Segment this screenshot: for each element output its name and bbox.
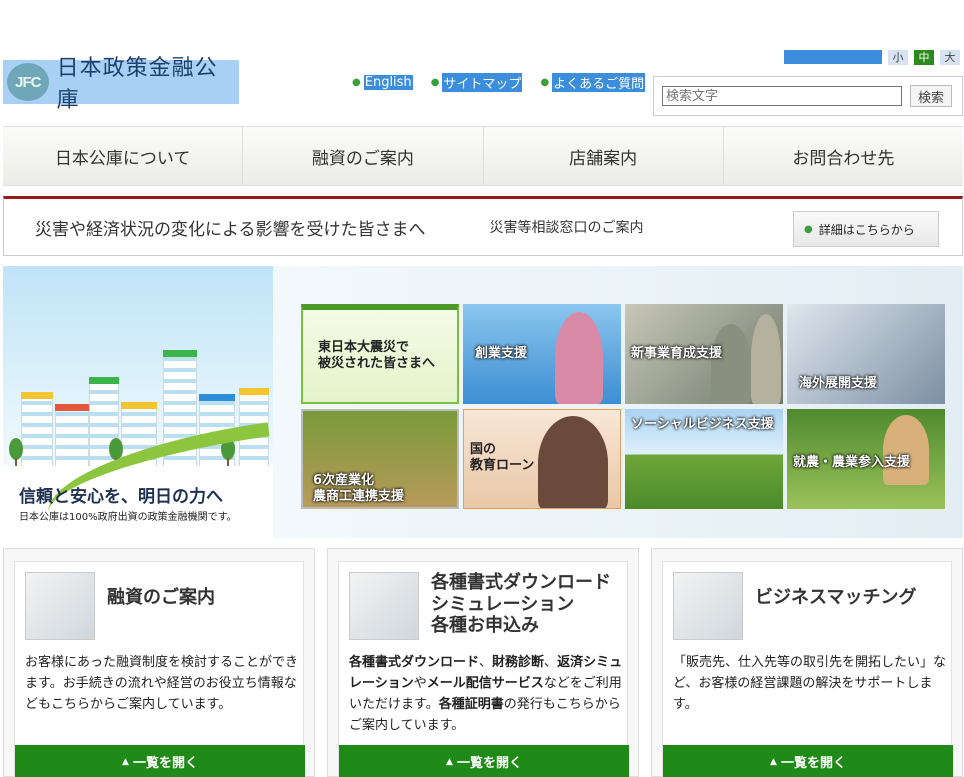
tile-label: 東日本大震災で 被災された皆さまへ: [318, 340, 436, 372]
disaster-notice: 災害や経済状況の変化による影響を受けた皆さまへ 災害等相談窓口のご案内 ● 詳細…: [3, 196, 963, 256]
nav-about[interactable]: 日本公庫について: [3, 127, 244, 185]
font-size-large-button[interactable]: 大: [940, 50, 960, 65]
chevron-up-icon: ▲: [122, 756, 129, 767]
building-illustration: [55, 404, 89, 468]
hero-title: 信頼と安心を、明日の力へ: [19, 487, 223, 507]
card-title: 融資のご案内: [107, 587, 215, 608]
card-downloads: 各種書式ダウンロード シミュレーション 各種お申込み 各種書式ダウンロード、財務…: [327, 548, 639, 777]
tile-label: 創業支援: [475, 346, 528, 361]
bullet-icon: ●: [352, 77, 361, 88]
search-input[interactable]: [662, 86, 902, 106]
tile-label: 海外展開支援: [799, 376, 878, 391]
open-list-button[interactable]: ▲ 一覧を開く: [663, 745, 953, 777]
open-list-button[interactable]: ▲ 一覧を開く: [339, 745, 629, 777]
chevron-up-icon: ▲: [446, 756, 453, 767]
tile-new-business-support[interactable]: 新事業育成支援: [625, 304, 783, 404]
person-photo: [883, 415, 929, 485]
open-list-button[interactable]: ▲ 一覧を開く: [15, 745, 305, 777]
bullet-icon: ●: [540, 77, 550, 88]
sitemap-link[interactable]: ● サイトマップ: [431, 73, 523, 92]
keyboard-photo: [25, 572, 95, 640]
building-illustration: [21, 392, 53, 468]
card-business-matching: ビジネスマッチング 「販売先、仕入先等の取引先を開拓したい」など、お客様の経営課…: [651, 548, 963, 777]
card-body: 各種書式ダウンロード、財務診断、返済シミュレーションやメール配信サービスなどをご…: [349, 655, 623, 733]
logo-text: 日本政策金融公庫: [56, 56, 218, 113]
tile-education-loan[interactable]: 国の 教育ローン: [463, 409, 621, 509]
tile-label: 新事業育成支援: [631, 346, 723, 361]
notice-subtitle: 災害等相談窓口のご案内: [489, 220, 644, 236]
person-photo: [751, 314, 781, 404]
person-photo: [555, 312, 603, 404]
global-nav: 日本公庫について 融資のご案内 店舗案内 お問合わせ先: [3, 126, 963, 186]
service-cards: 融資のご案内 お客様にあった融資制度を検討することができます。お手続きの流れや経…: [3, 548, 963, 777]
font-size-small-button[interactable]: 小: [888, 50, 908, 65]
bullet-icon: ●: [804, 223, 813, 235]
card-title: 各種書式ダウンロード シミュレーション 各種お申込み: [431, 572, 611, 637]
tile-social-business-support[interactable]: ソーシャルビジネス支援: [625, 409, 783, 509]
notice-title: 災害や経済状況の変化による影響を受けた皆さまへ: [35, 219, 426, 240]
download-photo: [349, 572, 419, 640]
font-size-medium-button[interactable]: 中: [914, 50, 934, 65]
jfc-logo-mark: JFC: [7, 63, 49, 101]
nav-contact[interactable]: お問合わせ先: [723, 127, 963, 185]
english-link[interactable]: ● English: [352, 73, 413, 92]
tile-sixth-industry-support[interactable]: 6次産業化 農商工連携支援: [301, 409, 459, 509]
notice-details-button[interactable]: ● 詳細はこちらから: [793, 211, 939, 247]
search-button[interactable]: 検索: [910, 85, 952, 107]
font-size-label: 文字サイズ変更: [784, 50, 882, 64]
search-box: 検索: [653, 76, 963, 116]
hero-banner: 信頼と安心を、明日の力へ 日本公庫は100%政府出資の政策金融機関です。 東日本…: [3, 266, 963, 538]
card-body: 「販売先、仕入先等の取引先を開拓したい」など、お客様の経営課題の解決をサポートし…: [673, 655, 947, 712]
tile-overseas-support[interactable]: 海外展開支援: [787, 304, 945, 404]
font-size-switcher: 文字サイズ変更 小 中 大: [784, 50, 960, 65]
card-title: ビジネスマッチング: [755, 587, 917, 608]
person-photo: [538, 416, 608, 508]
handshake-photo: [673, 572, 743, 640]
tile-label: 就農・農業参入支援: [793, 455, 911, 470]
card-loan-guide: 融資のご案内 お客様にあった融資制度を検討することができます。お手続きの流れや経…: [3, 548, 315, 777]
hero-subtitle: 日本公庫は100%政府出資の政策金融機関です。: [19, 512, 237, 523]
tile-label: 6次産業化 農商工連携支援: [313, 473, 405, 505]
chevron-up-icon: ▲: [770, 756, 777, 767]
header-links: ● English ● サイトマップ ● よくあるご質問: [352, 73, 646, 92]
nav-branches[interactable]: 店舗案内: [483, 127, 724, 185]
tile-startup-support[interactable]: 創業支援: [463, 304, 621, 404]
bullet-icon: ●: [430, 77, 440, 88]
tree-illustration: [9, 438, 23, 468]
person-photo: [711, 324, 751, 404]
tile-earthquake-support[interactable]: 東日本大震災で 被災された皆さまへ: [301, 304, 459, 404]
nav-loans[interactable]: 融資のご案内: [243, 127, 484, 185]
card-body: お客様にあった融資制度を検討することができます。お手続きの流れや経営のお役立ち情…: [25, 655, 299, 712]
faq-link[interactable]: ● よくあるご質問: [540, 73, 646, 92]
tile-agriculture-support[interactable]: 就農・農業参入支援: [787, 409, 945, 509]
tile-label: 国の 教育ローン: [470, 442, 535, 474]
site-logo[interactable]: JFC 日本政策金融公庫: [3, 56, 239, 113]
tile-label: ソーシャルビジネス支援: [631, 417, 774, 432]
